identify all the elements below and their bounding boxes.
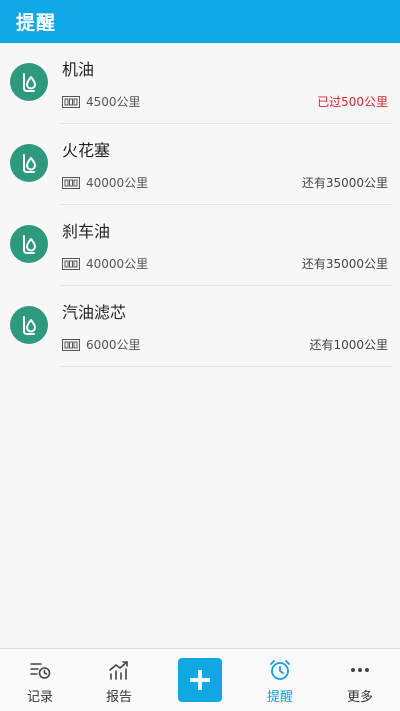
- oil-drop-icon: [10, 306, 48, 344]
- mileage-value: 40000公里: [86, 257, 149, 271]
- alarm-clock-icon: [270, 660, 290, 680]
- odometer-icon: [62, 176, 80, 189]
- reminder-status: 还有1000公里: [309, 338, 388, 352]
- tab-label: 提醒: [266, 690, 293, 705]
- mileage-value: 40000公里: [86, 176, 149, 190]
- plus-icon: [190, 670, 210, 690]
- odometer-icon: [62, 257, 80, 270]
- tab-reminder[interactable]: 提醒: [250, 649, 310, 711]
- more-dots-icon: [351, 668, 369, 672]
- divider: [60, 366, 392, 367]
- reminder-item-engine-oil[interactable]: 机油 4500公里 已过500公里: [0, 43, 400, 124]
- reminder-mileage: 40000公里: [62, 174, 148, 191]
- mileage-value: 4500公里: [86, 95, 141, 109]
- reminder-name: 汽油滤芯: [62, 303, 127, 322]
- oil-drop-icon: [10, 63, 48, 101]
- header-bar: 提醒: [0, 0, 400, 43]
- bottom-tab-bar: 记录 报告 提醒 更多: [0, 648, 400, 711]
- reminder-name: 火花塞: [62, 141, 111, 160]
- reminder-mileage: 4500公里: [62, 93, 141, 110]
- reminder-mileage: 40000公里: [62, 255, 148, 272]
- odometer-icon: [62, 95, 80, 108]
- odometer-icon: [62, 338, 80, 351]
- oil-drop-icon: [10, 225, 48, 263]
- mileage-value: 6000公里: [86, 338, 141, 352]
- tab-label: 报告: [105, 690, 132, 705]
- tab-record[interactable]: 记录: [10, 649, 70, 711]
- tab-label: 更多: [346, 690, 373, 705]
- tab-more[interactable]: 更多: [330, 649, 390, 711]
- reminder-item-fuel-filter[interactable]: 汽油滤芯 6000公里 还有1000公里: [0, 286, 400, 367]
- app: 提醒 机油 4500公里 已过500公里 火花塞 40000公里 还有35000…: [0, 0, 400, 711]
- reminder-name: 机油: [62, 60, 95, 79]
- report-chart-icon: [109, 661, 128, 680]
- tab-report[interactable]: 报告: [89, 649, 149, 711]
- reminder-item-spark-plug[interactable]: 火花塞 40000公里 还有35000公里: [0, 124, 400, 205]
- add-button[interactable]: [178, 658, 222, 702]
- reminder-status: 还有35000公里: [301, 257, 388, 271]
- page-title: 提醒: [16, 12, 57, 34]
- reminder-mileage: 6000公里: [62, 336, 141, 353]
- oil-drop-icon: [10, 144, 48, 182]
- tab-label: 记录: [26, 690, 53, 705]
- reminder-status: 还有35000公里: [301, 176, 388, 190]
- record-icon: [30, 663, 51, 679]
- reminder-item-brake-fluid[interactable]: 刹车油 40000公里 还有35000公里: [0, 205, 400, 286]
- reminder-list: 机油 4500公里 已过500公里 火花塞 40000公里 还有35000公里 …: [0, 43, 400, 367]
- reminder-name: 刹车油: [62, 222, 111, 241]
- reminder-status: 已过500公里: [317, 95, 388, 109]
